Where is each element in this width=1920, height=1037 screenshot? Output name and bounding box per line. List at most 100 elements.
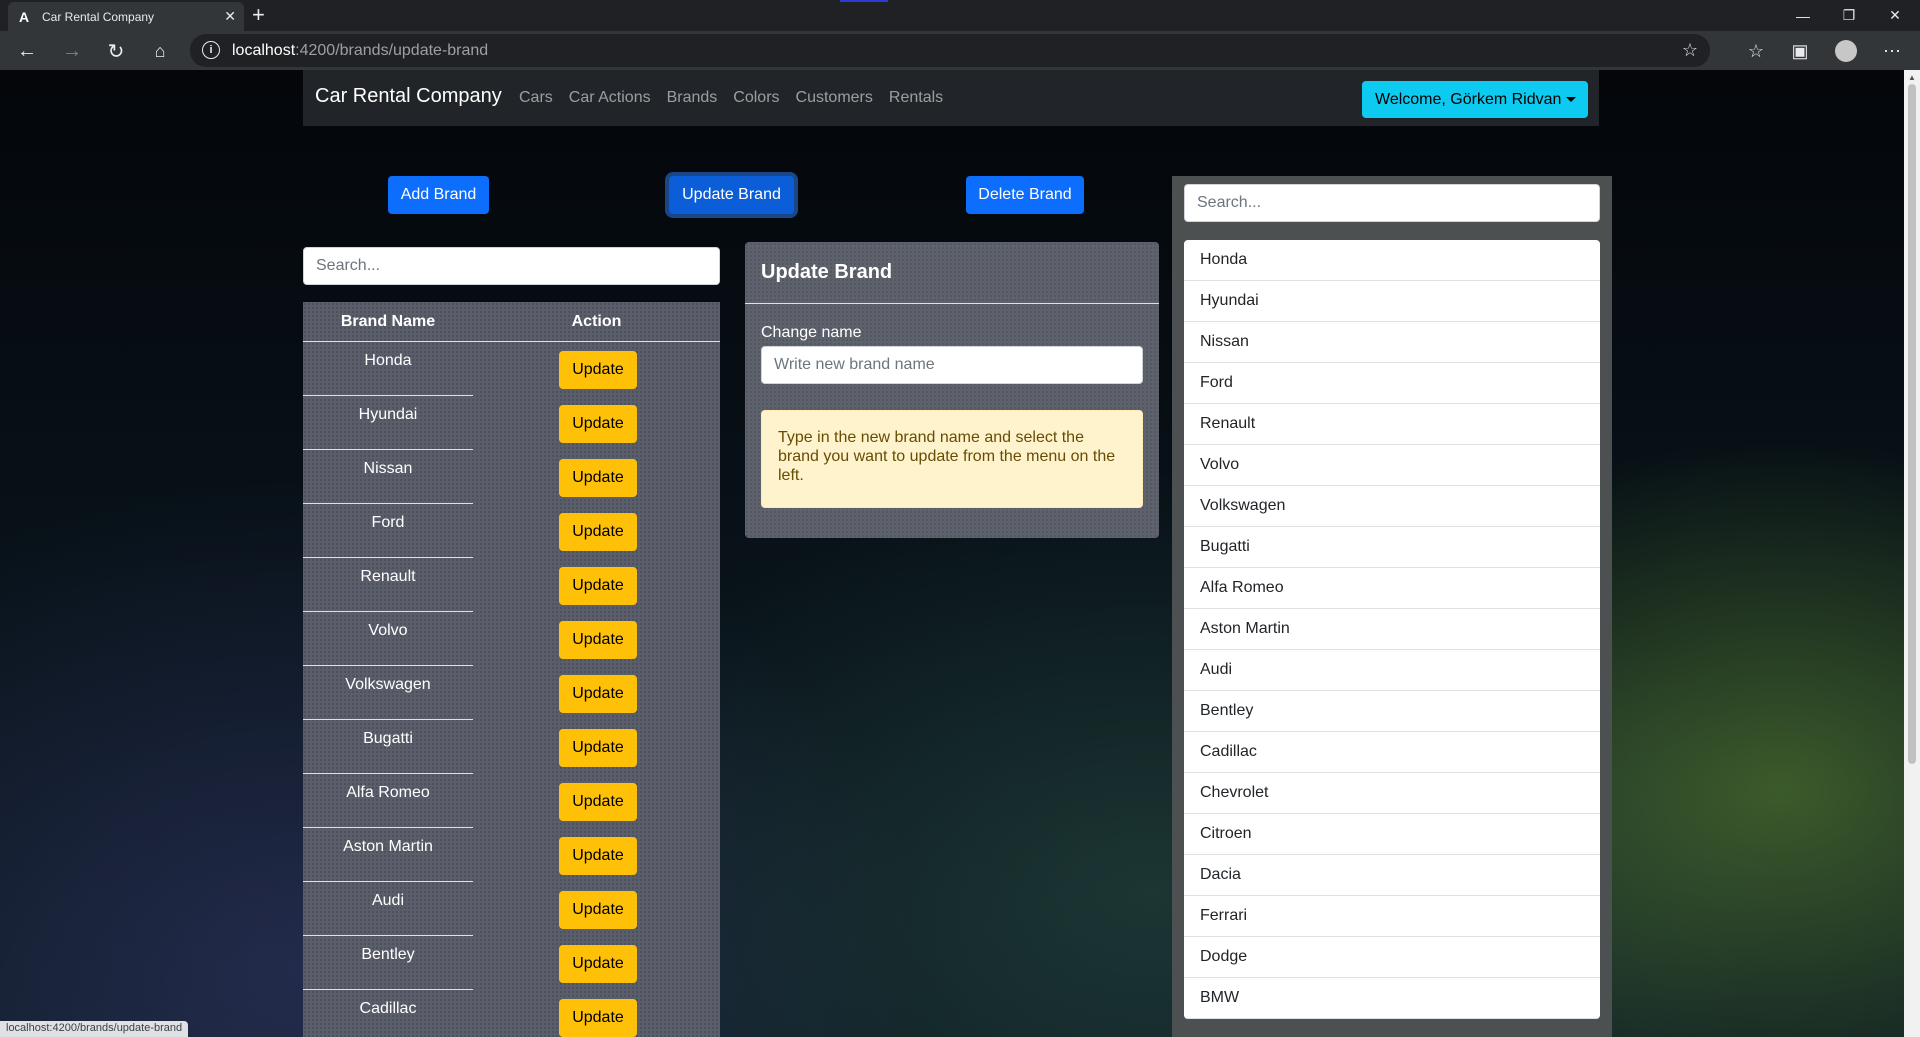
app-navbar: Car Rental Company Cars Car Actions Bran… <box>303 70 1599 126</box>
table-row: Ford Update <box>303 504 720 558</box>
new-brand-name-input[interactable]: Write new brand name <box>761 346 1143 384</box>
update-row-button[interactable]: Update <box>559 405 637 443</box>
nav-link-customers[interactable]: Customers <box>796 89 873 107</box>
list-item[interactable]: Cadillac <box>1184 732 1600 773</box>
update-row-button[interactable]: Update <box>559 729 637 767</box>
brand-name-cell: Bentley <box>361 946 415 963</box>
browser-tab[interactable]: A Car Rental Company ✕ <box>8 2 244 31</box>
brand-list: Honda Hyundai Nissan Ford Renault Volvo … <box>1184 240 1600 1019</box>
back-icon[interactable]: ← <box>13 37 41 65</box>
brand-name-cell: Alfa Romeo <box>346 784 430 801</box>
close-tab-icon[interactable]: ✕ <box>224 8 236 25</box>
table-row: Volkswagen Update <box>303 666 720 720</box>
list-item[interactable]: Ferrari <box>1184 896 1600 937</box>
update-row-button[interactable]: Update <box>559 999 637 1037</box>
add-brand-button[interactable]: Add Brand <box>388 176 489 214</box>
list-item[interactable]: Honda <box>1184 240 1600 281</box>
restore-icon[interactable]: ❐ <box>1826 0 1872 31</box>
chevron-down-icon <box>1566 97 1576 102</box>
nav-link-brands[interactable]: Brands <box>667 89 718 107</box>
list-item[interactable]: Audi <box>1184 650 1600 691</box>
list-item[interactable]: Volkswagen <box>1184 486 1600 527</box>
profile-avatar[interactable] <box>1835 40 1857 62</box>
update-row-button[interactable]: Update <box>559 513 637 551</box>
collections-icon[interactable]: ▣ <box>1786 37 1814 65</box>
favorites-icon[interactable]: ☆ <box>1742 37 1770 65</box>
list-item[interactable]: Bentley <box>1184 691 1600 732</box>
address-bar[interactable]: i localhost:4200/brands/update-brand ☆ <box>190 34 1710 67</box>
brand-name-cell: Nissan <box>363 460 413 477</box>
tab-strip-indicator <box>840 0 888 2</box>
table-row: Bentley Update <box>303 936 720 990</box>
table-row: Aston Martin Update <box>303 828 720 882</box>
more-menu-icon[interactable]: ⋯ <box>1878 37 1906 65</box>
table-row: Cadillac Update <box>303 990 720 1037</box>
update-row-button[interactable]: Update <box>559 837 637 875</box>
list-item[interactable]: Ford <box>1184 363 1600 404</box>
minimize-icon[interactable]: — <box>1780 0 1826 31</box>
brand-name-cell: Volkswagen <box>345 676 431 693</box>
list-item[interactable]: BMW <box>1184 978 1600 1019</box>
list-item[interactable]: Dodge <box>1184 937 1600 978</box>
list-item[interactable]: Nissan <box>1184 322 1600 363</box>
list-item[interactable]: Chevrolet <box>1184 773 1600 814</box>
brand-name-cell: Ford <box>371 514 405 531</box>
list-item[interactable]: Aston Martin <box>1184 609 1600 650</box>
list-item[interactable]: Dacia <box>1184 855 1600 896</box>
card-header: Update Brand <box>745 242 1159 304</box>
list-item[interactable]: Hyundai <box>1184 281 1600 322</box>
delete-brand-button[interactable]: Delete Brand <box>966 176 1084 214</box>
update-row-button[interactable]: Update <box>559 783 637 821</box>
update-row-button[interactable]: Update <box>559 891 637 929</box>
brand-list-panel: Search... Honda Hyundai Nissan Ford Rena… <box>1172 176 1612 1037</box>
scrollbar-thumb[interactable] <box>1908 84 1916 764</box>
card-title: Update Brand <box>761 261 893 283</box>
brand-name-cell: Cadillac <box>359 1000 417 1017</box>
brand-name-cell: Volvo <box>368 622 408 639</box>
brand-search-input[interactable]: Search... <box>303 247 720 285</box>
navbar-brand[interactable]: Car Rental Company <box>315 85 502 108</box>
update-row-button[interactable]: Update <box>559 945 637 983</box>
user-dropdown-label: Welcome, Görkem Ridvan <box>1375 90 1562 108</box>
table-row: Honda Update <box>303 342 720 396</box>
nav-link-colors[interactable]: Colors <box>733 89 779 107</box>
page-scrollbar[interactable]: ▲ <box>1904 70 1920 1037</box>
reload-icon[interactable]: ↻ <box>102 37 130 65</box>
update-row-button[interactable]: Update <box>559 351 637 389</box>
page-viewport: Car Rental Company Cars Car Actions Bran… <box>0 70 1904 1037</box>
list-item[interactable]: Bugatti <box>1184 527 1600 568</box>
update-row-button[interactable]: Update <box>559 621 637 659</box>
brand-name-cell: Aston Martin <box>343 838 433 855</box>
nav-link-car-actions[interactable]: Car Actions <box>569 89 651 107</box>
brand-name-cell: Hyundai <box>358 406 418 423</box>
update-row-button[interactable]: Update <box>559 675 637 713</box>
nav-link-rentals[interactable]: Rentals <box>889 89 943 107</box>
scroll-up-arrow-icon[interactable]: ▲ <box>1908 73 1916 82</box>
site-info-icon[interactable]: i <box>202 41 220 59</box>
url-path: :4200/brands/update-brand <box>295 42 489 59</box>
brand-name-cell: Honda <box>364 352 412 369</box>
angular-favicon-icon: A <box>18 8 30 25</box>
user-dropdown-button[interactable]: Welcome, Görkem Ridvan <box>1362 81 1588 118</box>
brand-table: Brand Name Action Honda Update Hyundai Upd… <box>303 302 720 1037</box>
list-item[interactable]: Alfa Romeo <box>1184 568 1600 609</box>
list-item[interactable]: Renault <box>1184 404 1600 445</box>
url-text[interactable]: localhost:4200/brands/update-brand <box>232 42 488 60</box>
nav-link-cars[interactable]: Cars <box>519 89 553 107</box>
close-window-icon[interactable]: ✕ <box>1872 0 1918 31</box>
brand-list-search-input[interactable]: Search... <box>1184 184 1600 222</box>
favorite-star-icon[interactable]: ☆ <box>1682 40 1698 61</box>
table-row: Renault Update <box>303 558 720 612</box>
update-row-button[interactable]: Update <box>559 459 637 497</box>
new-tab-icon[interactable]: + <box>252 3 265 27</box>
update-row-button[interactable]: Update <box>559 567 637 605</box>
update-brand-button[interactable]: Update Brand <box>669 176 794 214</box>
table-row: Volvo Update <box>303 612 720 666</box>
table-row: Bugatti Update <box>303 720 720 774</box>
home-icon[interactable]: ⌂ <box>146 37 174 65</box>
change-name-label: Change name <box>761 324 862 341</box>
list-item[interactable]: Citroen <box>1184 814 1600 855</box>
forward-icon[interactable]: → <box>58 37 86 65</box>
list-item[interactable]: Volvo <box>1184 445 1600 486</box>
status-bar-url: localhost:4200/brands/update-brand <box>0 1021 189 1037</box>
